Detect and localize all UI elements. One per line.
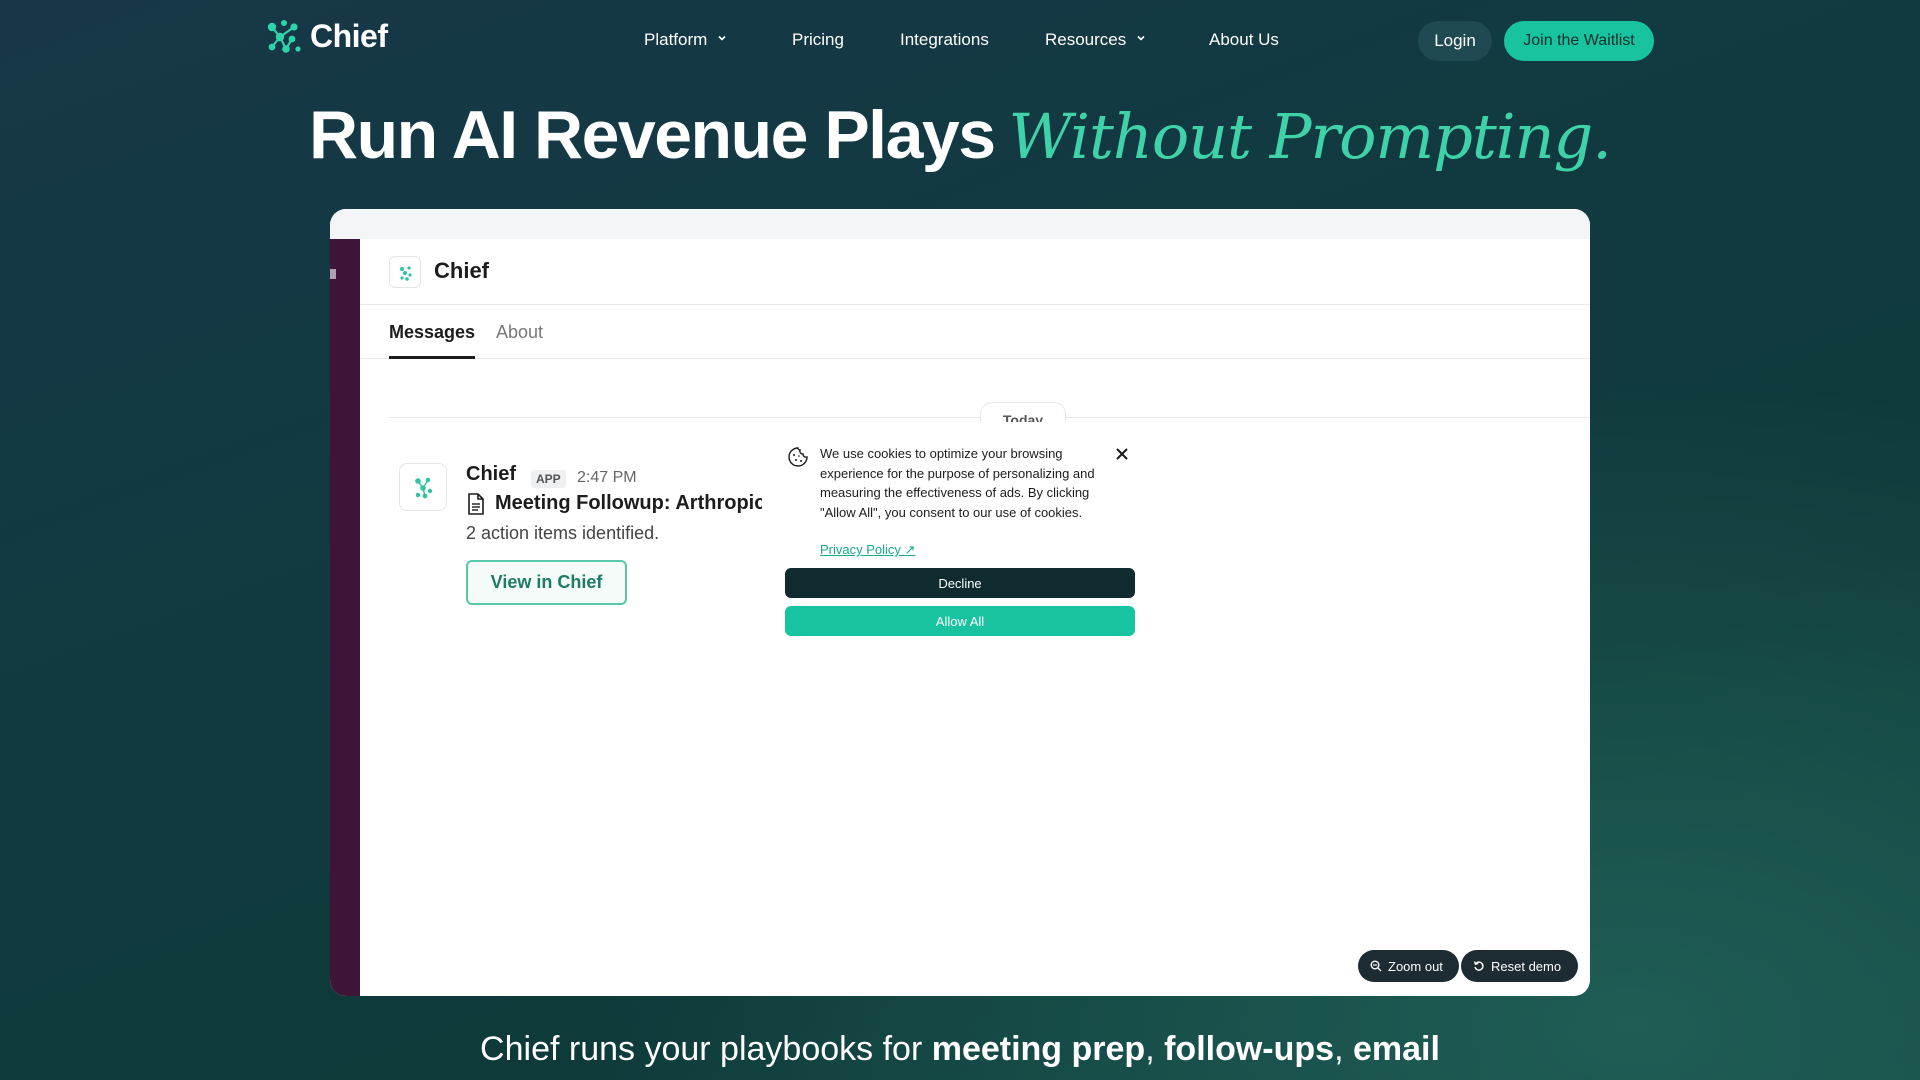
join-waitlist-button[interactable]: Join the Waitlist xyxy=(1504,21,1654,61)
view-in-chief-button[interactable]: View in Chief xyxy=(466,560,627,605)
nav-pricing-label: Pricing xyxy=(792,30,844,49)
channel-header: Chief xyxy=(360,239,1590,305)
tab-messages[interactable]: Messages xyxy=(389,305,476,359)
message-title: Meeting Followup: Arthropic xyxy=(495,492,762,514)
chief-logo-icon xyxy=(400,266,412,281)
cookie-banner: We use cookies to optimize your browsing… xyxy=(775,436,1145,642)
nav-integrations-label: Integrations xyxy=(900,30,989,49)
demo-top-bar xyxy=(330,209,1590,239)
subhead-sep-1: , xyxy=(1145,1030,1165,1068)
message-sender: Chief xyxy=(466,463,516,485)
chief-logo-icon xyxy=(415,477,433,499)
allow-all-button[interactable]: Allow All xyxy=(785,606,1135,636)
decline-button[interactable]: Decline xyxy=(785,568,1135,598)
subhead-sep-2: , xyxy=(1334,1030,1353,1068)
message-body: 2 action items identified. xyxy=(466,523,660,543)
channel-avatar xyxy=(389,256,421,288)
hero-heading: Run AI Revenue Plays Without Prompting. xyxy=(0,96,1920,174)
logo-text: Chief xyxy=(310,18,388,54)
zoom-out-icon xyxy=(1370,960,1382,972)
subhead-follow-ups: follow-ups xyxy=(1164,1030,1335,1068)
zoom-out-button[interactable]: Zoom out xyxy=(1358,950,1459,982)
message-time: 2:47 PM xyxy=(577,469,637,486)
nav-resources-label: Resources xyxy=(1045,30,1127,49)
login-button[interactable]: Login xyxy=(1418,21,1492,61)
nav-platform[interactable]: Platform xyxy=(644,30,727,50)
chevron-down-icon xyxy=(718,35,726,41)
top-nav: Chief Platform Pricing Integrations Reso… xyxy=(0,0,1920,80)
channel-tabs: Messages About xyxy=(360,305,1590,359)
sidebar-glyph xyxy=(330,269,336,279)
cookie-icon xyxy=(788,447,808,467)
close-icon[interactable] xyxy=(1114,446,1130,462)
hero-accent-text: Without Prompting. xyxy=(1008,100,1612,173)
privacy-policy-link[interactable]: Privacy Policy ↗ xyxy=(820,542,915,558)
subheadline: Chief runs your playbooks for meeting pr… xyxy=(0,1030,1920,1069)
subhead-prefix: Chief runs your playbooks for xyxy=(480,1030,932,1068)
hero-main-text: Run AI Revenue Plays xyxy=(309,97,996,173)
nav-integrations[interactable]: Integrations xyxy=(900,30,989,50)
chief-logo-icon xyxy=(267,19,301,53)
reset-demo-label: Reset demo xyxy=(1491,958,1562,974)
app-badge: APP xyxy=(531,470,566,488)
chevron-down-icon xyxy=(1137,35,1145,41)
reset-icon xyxy=(1473,961,1484,971)
nav-about-us[interactable]: About Us xyxy=(1209,30,1279,50)
channel-name: Chief xyxy=(434,258,489,283)
message-avatar xyxy=(399,463,447,511)
nav-pricing[interactable]: Pricing xyxy=(792,30,844,50)
cookie-message: We use cookies to optimize your browsing… xyxy=(820,446,1095,520)
document-icon xyxy=(468,493,484,515)
day-label: Today xyxy=(980,402,1066,422)
zoom-out-label: Zoom out xyxy=(1388,958,1443,974)
nav-about-us-label: About Us xyxy=(1209,30,1279,49)
subhead-meeting-prep: meeting prep xyxy=(931,1030,1146,1068)
reset-demo-button[interactable]: Reset demo xyxy=(1461,950,1578,982)
logo[interactable]: Chief xyxy=(266,18,388,55)
nav-platform-label: Platform xyxy=(644,30,708,49)
nav-resources[interactable]: Resources xyxy=(1045,30,1146,50)
tab-about[interactable]: About xyxy=(496,305,543,359)
workspace-sidebar xyxy=(330,239,360,996)
subhead-email: email xyxy=(1352,1030,1440,1068)
